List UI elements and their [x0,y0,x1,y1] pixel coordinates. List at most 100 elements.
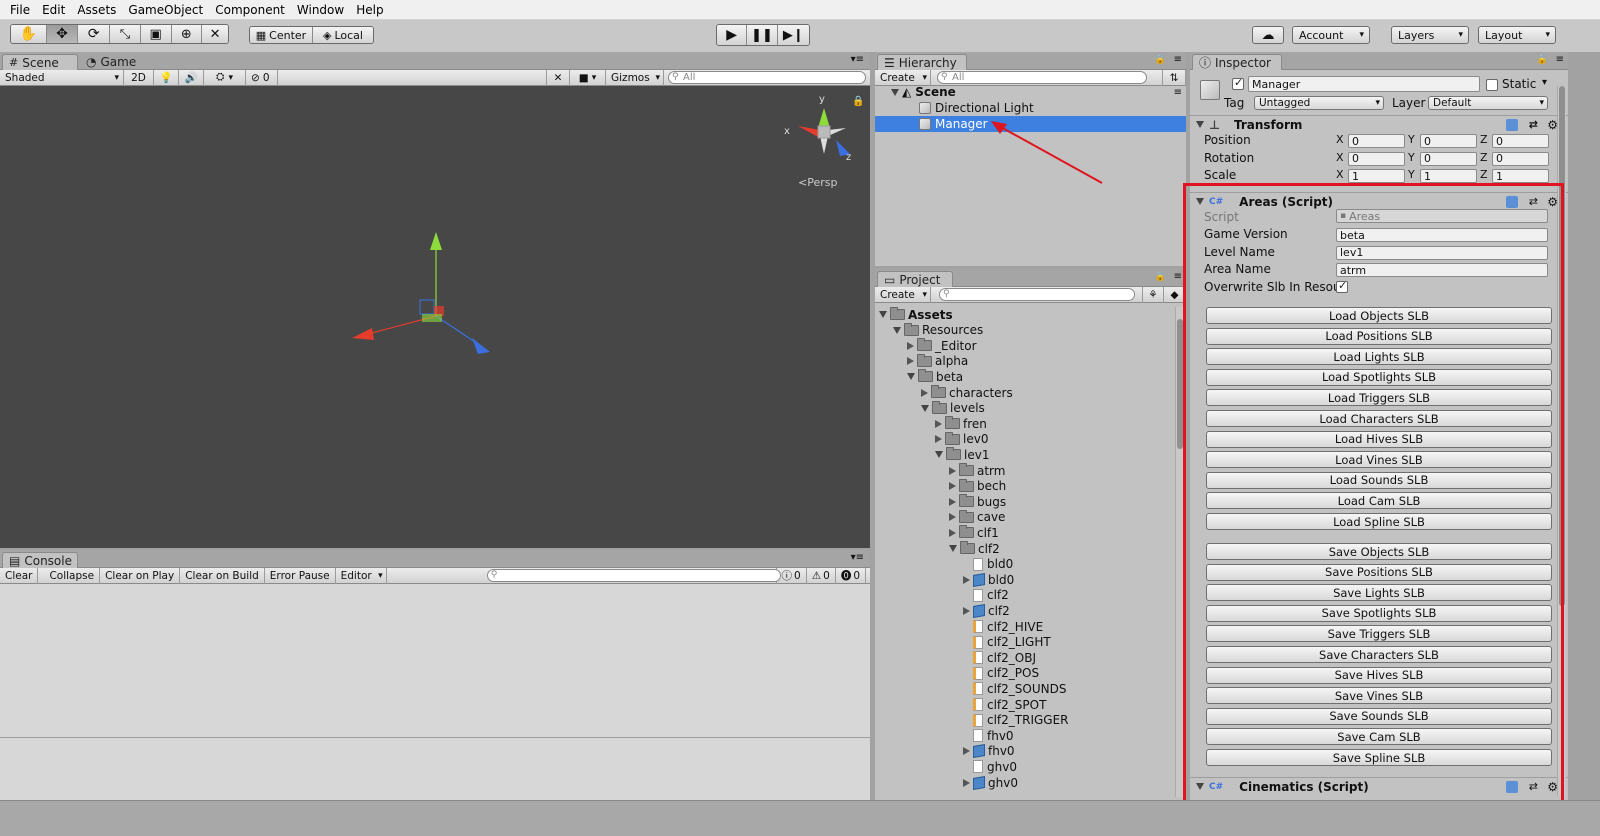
scale-tool-button[interactable]: ⤡ [110,25,141,43]
move-x-handle[interactable] [352,328,374,340]
collapsed-triangle-icon[interactable] [963,778,970,787]
scene-viewport[interactable]: y x z 🔒 <Persp [0,86,870,548]
panel-menu-icon[interactable]: ≡ [1174,54,1182,65]
move-gizmo[interactable] [350,226,510,366]
project-item[interactable]: levels [875,400,1173,416]
error-filter-toggle[interactable]: ⓿0 [836,567,866,584]
console-clear-button[interactable]: Clear [0,567,39,584]
project-item[interactable]: characters [875,385,1173,400]
project-item[interactable]: clf2_HIVE [875,619,1173,634]
hierarchy-search-input[interactable]: ⚲ All [937,70,1147,84]
project-item[interactable]: clf2_TRIGGER [875,713,1173,728]
menu-assets[interactable]: Assets [71,3,122,17]
console-clear-on-build-button[interactable]: Clear on Build [180,567,265,584]
hierarchy-item-directional-light[interactable]: Directional Light [875,100,1186,116]
project-item[interactable]: clf2_LIGHT [875,635,1173,650]
menu-help[interactable]: Help [350,3,389,17]
project-item[interactable]: cave [875,509,1173,525]
menu-gameobject[interactable]: GameObject [122,3,209,17]
collapsed-triangle-icon[interactable] [963,606,970,615]
console-search-input[interactable]: ⚲ [486,568,781,582]
panel-menu-icon[interactable]: ▾≡ [851,552,864,563]
lock-icon[interactable]: 🔒 [1537,55,1548,65]
scene-search-input[interactable]: ⚲ All [668,70,866,84]
collapsed-triangle-icon[interactable] [949,466,956,475]
transform-rotation-x-input[interactable]: 0 [1348,151,1405,166]
console-splitter[interactable] [0,737,870,738]
lighting-toggle[interactable]: 💡 [154,69,179,86]
move-tool-button[interactable]: ✥ [46,25,79,43]
tag-dropdown[interactable]: Untagged [1254,96,1384,110]
project-item[interactable]: clf2_SPOT [875,697,1173,712]
rect-tool-button[interactable]: ▣ [140,25,172,43]
expand-triangle-icon[interactable] [891,88,899,96]
transform-scale-z-input[interactable]: 1 [1492,169,1549,183]
transform-position-z-input[interactable]: 0 [1492,134,1549,148]
pivot-center-button[interactable]: ▦ Center [250,27,313,43]
project-search-input[interactable]: ⚲ [939,287,1135,301]
collapsed-triangle-icon[interactable] [963,747,970,756]
hidden-objects-toggle[interactable]: ⊘ 0 [246,69,278,86]
transform-rotation-y-input[interactable]: 0 [1420,151,1477,166]
collapsed-triangle-icon[interactable] [963,575,970,584]
project-item[interactable]: clf2_SOUNDS [875,681,1173,696]
filter-type-button[interactable]: ⚘ [1142,286,1164,303]
custom-tool-button[interactable]: ✕ [202,25,228,43]
collapsed-triangle-icon[interactable] [907,341,914,350]
project-item[interactable]: fhv0 [875,744,1173,759]
move-y-handle[interactable] [430,232,442,250]
panel-menu-icon[interactable]: ≡ [1174,271,1182,282]
project-item[interactable]: Resources [875,322,1173,338]
menu-file[interactable]: File [4,3,36,17]
help-icon[interactable] [1506,119,1518,131]
tab-game[interactable]: ◔ Game [80,54,150,70]
menu-edit[interactable]: Edit [36,3,71,17]
collapsed-triangle-icon[interactable] [949,528,956,537]
tab-project[interactable]: ▭ Project [877,271,953,287]
rotate-tool-button[interactable]: ⟳ [78,25,111,43]
layers-dropdown[interactable]: Layers ▾ [1391,26,1469,44]
gizmos-dropdown[interactable]: Gizmos ▾ [606,69,664,86]
project-item[interactable]: _Editor [875,338,1173,353]
expand-triangle-icon[interactable] [949,545,957,552]
scene-tools-button[interactable]: ✕ [546,69,570,86]
console-clear-on-play-button[interactable]: Clear on Play [100,567,181,584]
layer-dropdown[interactable]: Default [1428,96,1548,110]
play-button[interactable]: ▶ [717,25,748,45]
collapsed-triangle-icon[interactable] [935,419,942,428]
expand-triangle-icon[interactable] [879,311,887,318]
project-item[interactable]: bld0 [875,557,1173,572]
project-item[interactable]: clf1 [875,525,1173,540]
collapse-triangle-icon[interactable] [1196,121,1204,128]
tab-console[interactable]: ▤ Console [2,552,78,568]
object-name-input[interactable]: Manager [1248,76,1480,92]
collapsed-triangle-icon[interactable] [935,435,942,444]
lock-icon[interactable]: 🔒 [1155,272,1166,282]
transform-scale-x-input[interactable]: 1 [1348,169,1405,183]
project-item[interactable]: clf2_OBJ [875,650,1173,665]
project-item[interactable]: lev1 [875,447,1173,462]
transform-rotation-z-input[interactable]: 0 [1492,151,1549,166]
warning-filter-toggle[interactable]: ⚠ 0 [807,567,836,584]
pause-button[interactable]: ❚❚ [747,25,778,45]
menu-component[interactable]: Component [209,3,291,17]
project-item[interactable]: Assets [875,307,1173,322]
static-checkbox[interactable] [1486,79,1498,91]
panel-menu-icon[interactable]: ≡ [1556,54,1564,65]
project-item[interactable]: ghv0 [875,759,1173,774]
project-item[interactable]: bugs [875,494,1173,509]
pivot-local-button[interactable]: ◈ Local [312,27,373,43]
transform-header[interactable]: ⊥ Transform ⇄ ⚙ [1190,115,1568,133]
collapsed-triangle-icon[interactable] [921,388,928,397]
2d-toggle[interactable]: 2D [124,69,154,86]
collapsed-triangle-icon[interactable] [907,357,914,366]
expand-triangle-icon[interactable] [935,451,943,459]
preset-icon[interactable]: ⇄ [1529,118,1538,131]
cloud-button[interactable]: ☁ [1252,26,1284,44]
expand-triangle-icon[interactable] [893,326,901,334]
collapsed-triangle-icon[interactable] [949,497,956,506]
transform-position-x-input[interactable]: 0 [1348,134,1405,148]
console-collapse-button[interactable]: Collapse [44,567,101,584]
transform-position-y-input[interactable]: 0 [1420,134,1477,148]
persp-label[interactable]: <Persp [798,176,837,189]
